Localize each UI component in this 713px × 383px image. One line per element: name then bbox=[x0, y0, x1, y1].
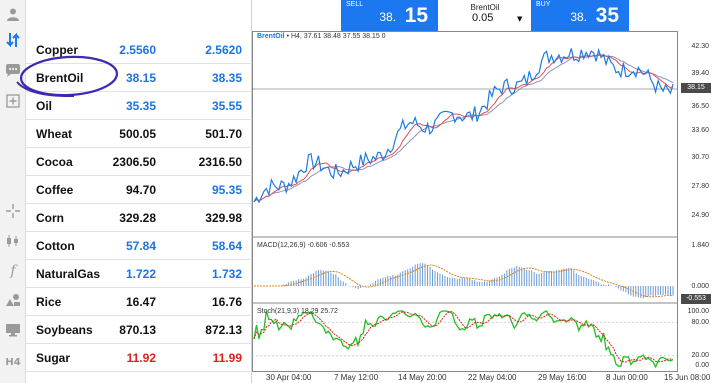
time-tick: 15 Jun 08:00 bbox=[664, 373, 711, 382]
time-tick: 29 May 16:00 bbox=[538, 373, 587, 382]
buy-price-small: 38. bbox=[570, 10, 587, 24]
stoch-tick: 20.00 bbox=[691, 352, 709, 359]
price-tick: 39.40 bbox=[691, 70, 709, 77]
buy-button[interactable]: BUY 38. 35 bbox=[531, 0, 629, 31]
sell-price-small: 38. bbox=[379, 10, 396, 24]
stoch-tick: 100.00 bbox=[687, 308, 709, 315]
stoch-tick: 0.00 bbox=[695, 362, 709, 369]
current-price-badge: 38.15 bbox=[681, 83, 711, 93]
macd-header: MACD(12,26,9) -0.606 -0.553 bbox=[257, 242, 350, 249]
sell-price-big: 15 bbox=[404, 4, 428, 27]
chart-frame bbox=[252, 31, 678, 372]
symbol-volume-selector[interactable]: BrentOil 0.05 ▼ bbox=[440, 0, 530, 31]
price-tick: 27.80 bbox=[691, 183, 709, 190]
time-tick: 22 May 04:00 bbox=[468, 373, 517, 382]
price-tick: 30.70 bbox=[691, 154, 709, 161]
price-tick: 33.60 bbox=[691, 127, 709, 134]
stoch-main-line bbox=[253, 310, 674, 369]
macd-tick: 0.000 bbox=[691, 283, 709, 290]
macd-tick: 1.840 bbox=[691, 242, 709, 249]
volume-value: 0.05 bbox=[472, 12, 494, 24]
chevron-down-icon[interactable]: ▼ bbox=[517, 15, 522, 23]
stoch-tick: 80.00 bbox=[691, 319, 709, 326]
fast-ma-line bbox=[253, 53, 673, 203]
macd-signal-line bbox=[254, 264, 674, 298]
price-chart[interactable]: BrentOil • H4, 37.61 38.48 37.55 38.15 0… bbox=[252, 31, 713, 383]
stoch-signal-line bbox=[253, 311, 674, 363]
time-tick: 30 Apr 04:00 bbox=[266, 373, 312, 382]
time-tick: 8 Jun 00:00 bbox=[606, 373, 648, 382]
chart-canvas[interactable] bbox=[252, 31, 713, 383]
price-line bbox=[253, 47, 674, 204]
buy-label: BUY bbox=[536, 1, 551, 8]
slow-ma-line bbox=[253, 54, 674, 203]
chart-header: BrentOil • H4, 37.61 38.48 37.55 38.15 0 bbox=[257, 33, 386, 40]
price-tick: 36.50 bbox=[691, 103, 709, 110]
time-tick: 14 May 20:00 bbox=[398, 373, 447, 382]
price-tick: 42.30 bbox=[691, 43, 709, 50]
time-tick: 7 May 12:00 bbox=[334, 373, 379, 382]
sell-button[interactable]: SELL 38. 15 bbox=[341, 0, 438, 31]
price-tick: 24.90 bbox=[691, 212, 709, 219]
sell-label: SELL bbox=[346, 1, 364, 8]
macd-value-badge: -0.553 bbox=[681, 294, 711, 304]
symbol-name: BrentOil bbox=[470, 3, 500, 12]
buy-price-big: 35 bbox=[595, 4, 619, 27]
stoch-header: Stoch(21,9,3) 18.29 25.72 bbox=[257, 308, 338, 315]
